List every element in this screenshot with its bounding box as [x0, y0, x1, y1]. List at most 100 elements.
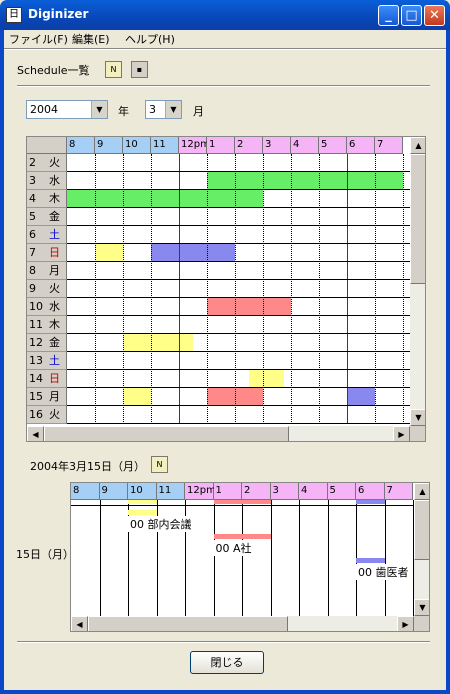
weekday-label: 日	[49, 246, 60, 259]
new-schedule-icon[interactable]: N	[105, 61, 122, 78]
hour-header: 11	[151, 137, 179, 154]
day-row-header[interactable]: 8月	[27, 262, 67, 280]
hour-header: 5	[327, 483, 356, 500]
day-row-header[interactable]: 13 土	[27, 352, 67, 370]
event-block[interactable]	[67, 190, 263, 208]
new-event-icon[interactable]: N	[151, 456, 168, 473]
close-button[interactable]: 閉じる	[190, 651, 264, 674]
weekday-label: 金	[49, 336, 60, 349]
month-select[interactable]: 3 ▼	[145, 100, 182, 119]
day-schedule-grid[interactable]: 8 9 10 11 12pm 1 2 3 4 5 6 7 00 部内会議 00 A社 00 歯医者 ▲ ▼ ◀ ▶	[70, 482, 430, 632]
event-label[interactable]: 00 部内会議	[128, 516, 194, 532]
weekday-label: 金	[49, 210, 60, 223]
day-row-header[interactable]: 12 金	[27, 334, 67, 352]
day-row-header[interactable]: 10 水	[27, 298, 67, 316]
menu-file[interactable]: ファイル(F)	[9, 31, 68, 47]
event-block[interactable]	[151, 244, 235, 262]
app-icon: 日	[6, 7, 22, 23]
month-schedule-grid[interactable]: 8 9 10 11 12pm 1 2 3 4 5 6 7 2 火 3 水 4 木 5 金 6 土 7 日 8 月 9 火 10 水 11 木 1…	[26, 136, 426, 442]
event-block[interactable]	[207, 172, 403, 190]
scroll-up-button[interactable]: ▲	[414, 483, 429, 500]
hour-gridline	[375, 154, 376, 424]
scroll-up-button[interactable]: ▲	[410, 137, 425, 154]
schedule-label: Schedule一覧	[17, 64, 90, 77]
hour-header: 12pm	[179, 137, 210, 154]
event-marker[interactable]	[128, 500, 157, 504]
hour-header: 7	[384, 483, 413, 500]
close-window-button[interactable]: ✕	[424, 5, 445, 26]
scroll-down-button[interactable]: ▼	[410, 409, 425, 426]
scroll-left-button[interactable]: ◀	[71, 616, 88, 631]
month-unit-label: 月	[193, 105, 204, 118]
weekday-label: 月	[49, 264, 60, 277]
day-row-header[interactable]: 5金	[27, 208, 67, 226]
weekday-label: 木	[49, 318, 60, 331]
year-unit-label: 年	[118, 105, 129, 118]
maximize-button[interactable]: □	[401, 5, 422, 26]
day-number: 7	[29, 246, 36, 259]
event-bar[interactable]	[213, 534, 271, 539]
chevron-down-icon[interactable]: ▼	[91, 101, 107, 118]
hour-header: 4	[291, 137, 319, 154]
scroll-right-button[interactable]: ▶	[397, 616, 414, 631]
hour-header: 2	[242, 483, 271, 500]
window-frame-right	[446, 30, 450, 694]
event-block[interactable]	[249, 370, 284, 388]
event-block[interactable]	[95, 244, 123, 262]
row-gridline	[67, 171, 410, 172]
weekday-label: 日	[49, 372, 60, 385]
day-row-header[interactable]: 11 木	[27, 316, 67, 334]
noon-marker-line	[179, 154, 180, 424]
horizontal-scroll-thumb[interactable]	[88, 616, 288, 631]
day-row-header[interactable]: 16 火	[27, 406, 67, 424]
day-row-header[interactable]: 3水	[27, 172, 67, 190]
day-row-header[interactable]: 4木	[27, 190, 67, 208]
day-row-header[interactable]: 6土	[27, 226, 67, 244]
menu-help[interactable]: ヘルプ(H)	[125, 31, 175, 47]
day-number: 6	[29, 228, 36, 241]
event-block[interactable]	[207, 298, 291, 316]
menu-edit[interactable]: 編集(E)	[72, 31, 110, 47]
vertical-scroll-thumb[interactable]	[414, 500, 429, 560]
row-gridline	[67, 315, 410, 316]
horizontal-scroll-thumb[interactable]	[44, 426, 289, 441]
save-icon[interactable]: ▪	[131, 61, 148, 78]
day-row-header[interactable]: 7日	[27, 244, 67, 262]
day-row-header[interactable]: 15 月	[27, 388, 67, 406]
day-number: 11	[29, 318, 43, 331]
scroll-left-button[interactable]: ◀	[27, 426, 44, 441]
weekday-label: 木	[49, 192, 60, 205]
noon-marker-line	[347, 154, 348, 424]
event-marker[interactable]	[356, 500, 385, 504]
scroll-right-button[interactable]: ▶	[393, 426, 410, 441]
event-block[interactable]	[123, 388, 151, 406]
minimize-button[interactable]: _	[378, 5, 399, 26]
header-underline	[71, 505, 414, 506]
hour-gridline	[151, 154, 152, 424]
chevron-down-icon[interactable]: ▼	[165, 101, 181, 118]
year-value: 2004	[30, 103, 58, 116]
day-number: 14	[29, 372, 43, 385]
row-gridline	[67, 351, 410, 352]
event-block[interactable]	[347, 388, 375, 406]
vertical-scroll-thumb[interactable]	[410, 154, 425, 284]
weekday-label: 土	[49, 354, 60, 367]
day-number: 5	[29, 210, 36, 223]
detail-day-label: 15日（月）	[16, 548, 74, 561]
hour-gridline	[291, 154, 292, 424]
event-bar[interactable]	[128, 510, 157, 515]
grid-corner	[27, 137, 67, 154]
weekday-label: 水	[49, 174, 60, 187]
weekday-label: 火	[49, 156, 60, 169]
year-select[interactable]: 2004 ▼	[26, 100, 108, 119]
weekday-label: 水	[49, 300, 60, 313]
event-block[interactable]	[123, 334, 193, 352]
event-label[interactable]: 00 歯医者	[356, 564, 411, 580]
event-bar[interactable]	[356, 558, 385, 563]
event-marker[interactable]	[213, 500, 271, 504]
day-row-header[interactable]: 2火	[27, 154, 67, 172]
day-row-header[interactable]: 9火	[27, 280, 67, 298]
scroll-down-button[interactable]: ▼	[414, 599, 429, 616]
day-row-header[interactable]: 14 日	[27, 370, 67, 388]
event-label[interactable]: 00 A社	[213, 540, 254, 556]
